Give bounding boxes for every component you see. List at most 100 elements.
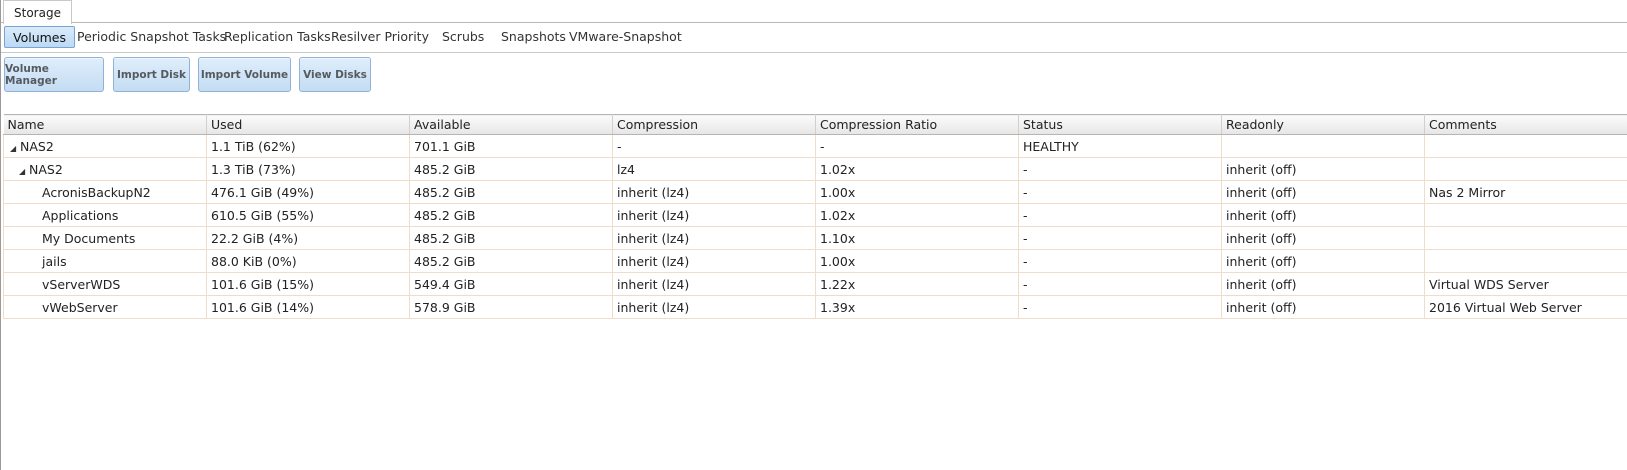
cell-status: - (1018, 180, 1222, 204)
cell-status: - (1018, 157, 1222, 181)
cell-status: - (1018, 272, 1222, 296)
column-header-compression[interactable]: Compression (612, 114, 816, 135)
cell-comments (1424, 249, 1627, 273)
cell-readonly: inherit (off) (1221, 180, 1425, 204)
cell-status: HEALTHY (1018, 134, 1222, 158)
table-row[interactable]: vWebServer 101.6 GiB (14%) 578.9 GiB inh… (3, 295, 1627, 319)
cell-status: - (1018, 249, 1222, 273)
cell-compression: inherit (lz4) (612, 249, 816, 273)
cell-compression: inherit (lz4) (612, 272, 816, 296)
expand-triangle-icon[interactable]: ◢ (19, 167, 29, 176)
table-header-row: Name Used Available Compression Compress… (3, 114, 1627, 135)
tab-scrubs[interactable]: Scrubs (442, 26, 484, 48)
volumes-table: Name Used Available Compression Compress… (3, 114, 1627, 319)
cell-compression-ratio: 1.10x (815, 226, 1019, 250)
table-row[interactable]: jails 88.0 KiB (0%) 485.2 GiB inherit (l… (3, 249, 1627, 273)
tab-replication-tasks[interactable]: Replication Tasks (224, 26, 331, 48)
cell-compression-ratio: - (815, 134, 1019, 158)
cell-used: 1.3 TiB (73%) (206, 157, 410, 181)
dataset-name: NAS2 (29, 161, 63, 177)
table-row[interactable]: vServerWDS 101.6 GiB (15%) 549.4 GiB inh… (3, 272, 1627, 296)
cell-compression: inherit (lz4) (612, 180, 816, 204)
cell-comments (1424, 226, 1627, 250)
import-disk-button[interactable]: Import Disk (113, 57, 190, 92)
cell-compression-ratio: 1.22x (815, 272, 1019, 296)
column-header-available[interactable]: Available (409, 114, 613, 135)
dataset-name: jails (3, 249, 207, 273)
cell-comments: Virtual WDS Server (1424, 272, 1627, 296)
dataset-name: vWebServer (3, 295, 207, 319)
cell-compression-ratio: 1.00x (815, 249, 1019, 273)
cell-comments: Nas 2 Mirror (1424, 180, 1627, 204)
cell-used: 22.2 GiB (4%) (206, 226, 410, 250)
dataset-name: Applications (3, 203, 207, 227)
tab-resilver-priority[interactable]: Resilver Priority (331, 26, 429, 48)
cell-compression: inherit (lz4) (612, 203, 816, 227)
cell-compression-ratio: 1.39x (815, 295, 1019, 319)
cell-compression: inherit (lz4) (612, 295, 816, 319)
storage-page: Storage Volumes Periodic Snapshot Tasks … (0, 0, 1627, 470)
cell-readonly (1221, 134, 1425, 158)
table-row[interactable]: Applications 610.5 GiB (55%) 485.2 GiB i… (3, 203, 1627, 227)
column-header-readonly[interactable]: Readonly (1221, 114, 1425, 135)
table-row[interactable]: My Documents 22.2 GiB (4%) 485.2 GiB inh… (3, 226, 1627, 250)
table-row[interactable]: ◢ NAS2 1.3 TiB (73%) 485.2 GiB lz4 1.02x … (3, 157, 1627, 181)
tab-snapshots[interactable]: Snapshots (501, 26, 566, 48)
cell-compression-ratio: 1.02x (815, 157, 1019, 181)
tab-volumes[interactable]: Volumes (4, 26, 76, 48)
sub-tab-bar: Volumes Periodic Snapshot Tasks Replicat… (1, 23, 1627, 53)
column-header-status[interactable]: Status (1018, 114, 1222, 135)
import-volume-button[interactable]: Import Volume (198, 57, 291, 92)
cell-used: 1.1 TiB (62%) (206, 134, 410, 158)
expand-triangle-icon[interactable]: ◢ (10, 144, 20, 153)
cell-used: 101.6 GiB (14%) (206, 295, 410, 319)
cell-comments (1424, 157, 1627, 181)
cell-readonly: inherit (off) (1221, 249, 1425, 273)
cell-available: 549.4 GiB (409, 272, 613, 296)
cell-readonly: inherit (off) (1221, 157, 1425, 181)
cell-available: 485.2 GiB (409, 249, 613, 273)
dataset-name: vServerWDS (3, 272, 207, 296)
cell-comments (1424, 203, 1627, 227)
cell-used: 476.1 GiB (49%) (206, 180, 410, 204)
cell-compression: lz4 (612, 157, 816, 181)
view-disks-button[interactable]: View Disks (299, 57, 371, 92)
cell-used: 101.6 GiB (15%) (206, 272, 410, 296)
toolbar: Volume Manager Import Disk Import Volume… (1, 54, 1627, 96)
cell-available: 485.2 GiB (409, 226, 613, 250)
cell-used: 610.5 GiB (55%) (206, 203, 410, 227)
cell-used: 88.0 KiB (0%) (206, 249, 410, 273)
cell-comments (1424, 134, 1627, 158)
cell-status: - (1018, 226, 1222, 250)
table-row[interactable]: AcronisBackupN2 476.1 GiB (49%) 485.2 Gi… (3, 180, 1627, 204)
tab-storage[interactable]: Storage (3, 0, 72, 24)
cell-compression-ratio: 1.02x (815, 203, 1019, 227)
cell-status: - (1018, 203, 1222, 227)
cell-available: 485.2 GiB (409, 203, 613, 227)
column-header-used[interactable]: Used (206, 114, 410, 135)
column-header-comments[interactable]: Comments (1424, 114, 1627, 135)
cell-compression: - (612, 134, 816, 158)
cell-readonly: inherit (off) (1221, 203, 1425, 227)
cell-readonly: inherit (off) (1221, 295, 1425, 319)
cell-available: 701.1 GiB (409, 134, 613, 158)
column-header-name[interactable]: Name (3, 114, 207, 135)
cell-compression: inherit (lz4) (612, 226, 816, 250)
cell-readonly: inherit (off) (1221, 226, 1425, 250)
tab-vmware-snapshot[interactable]: VMware-Snapshot (569, 26, 682, 48)
dataset-name: AcronisBackupN2 (3, 180, 207, 204)
cell-status: - (1018, 295, 1222, 319)
cell-available: 485.2 GiB (409, 180, 613, 204)
cell-compression-ratio: 1.00x (815, 180, 1019, 204)
column-header-compression-ratio[interactable]: Compression Ratio (815, 114, 1019, 135)
dataset-name: My Documents (3, 226, 207, 250)
cell-available: 485.2 GiB (409, 157, 613, 181)
cell-available: 578.9 GiB (409, 295, 613, 319)
volume-manager-button[interactable]: Volume Manager (4, 57, 104, 92)
tab-periodic-snapshot-tasks[interactable]: Periodic Snapshot Tasks (77, 26, 226, 48)
volume-name: NAS2 (20, 138, 54, 154)
cell-comments: 2016 Virtual Web Server (1424, 295, 1627, 319)
top-tab-bar: Storage (1, 0, 1627, 24)
table-row[interactable]: ◢ NAS2 1.1 TiB (62%) 701.1 GiB - - HEALTH… (3, 134, 1627, 158)
cell-readonly: inherit (off) (1221, 272, 1425, 296)
